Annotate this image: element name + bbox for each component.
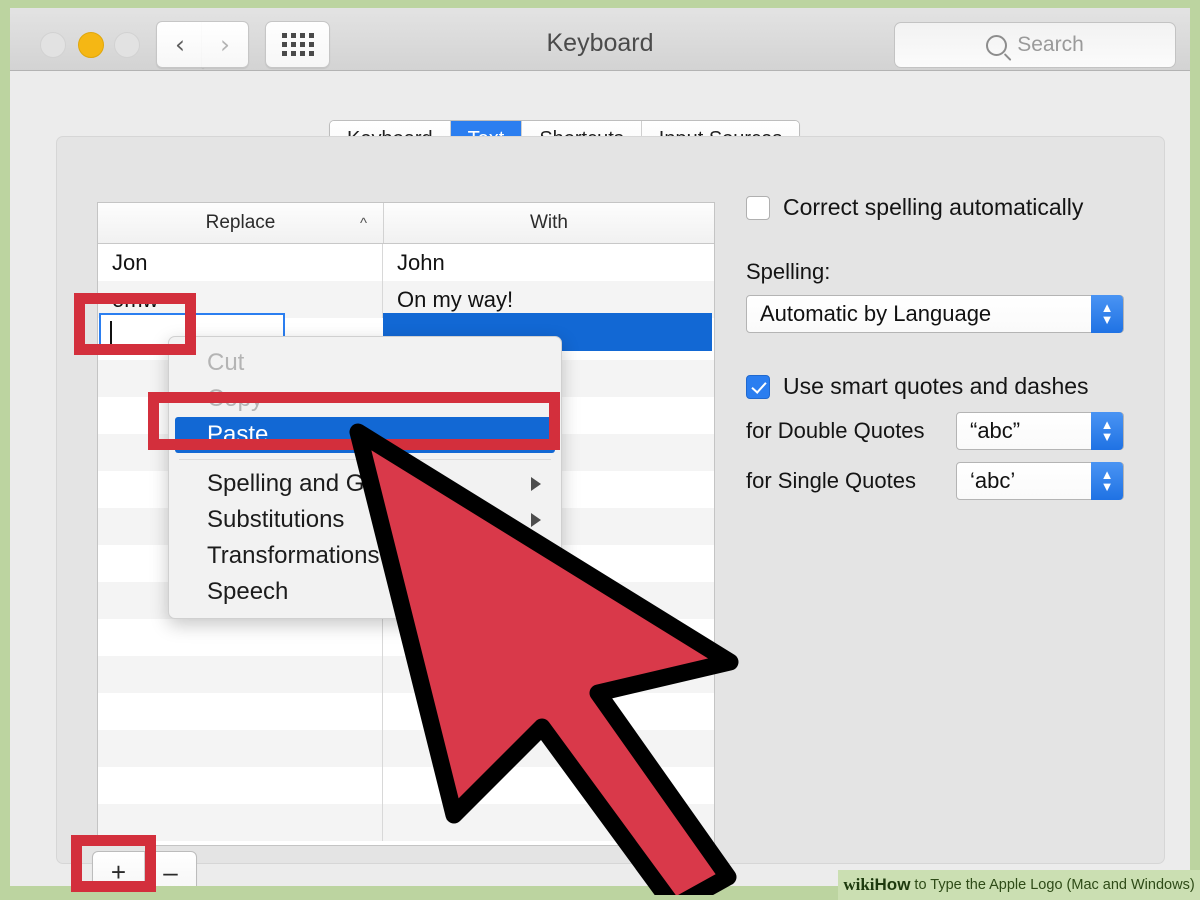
column-header-with-label: With: [530, 212, 568, 233]
double-quotes-popup-button[interactable]: “abc” ▲ ▼: [956, 412, 1124, 450]
highlight-box-add-button: [71, 835, 156, 892]
search-field[interactable]: Search: [894, 22, 1176, 68]
smart-quotes-row[interactable]: Use smart quotes and dashes: [746, 373, 1146, 400]
sort-ascending-icon: ^: [359, 215, 367, 232]
table-row[interactable]: Jon John: [98, 244, 714, 281]
menu-item-substitutions-label: Substitutions: [207, 506, 345, 533]
watermark-rest: to Type the Apple Logo (Mac and Windows): [914, 877, 1195, 893]
column-header-replace[interactable]: Replace ^: [98, 203, 384, 243]
cell-replace: Jon: [98, 244, 383, 281]
wikihow-watermark: wiki How to Type the Apple Logo (Mac and W…: [838, 870, 1200, 900]
single-quotes-popup-button[interactable]: ‘abc’ ▲ ▼: [956, 462, 1124, 500]
chevron-updown-icon[interactable]: ▲ ▼: [1091, 412, 1123, 450]
correct-spelling-row[interactable]: Correct spelling automatically: [746, 194, 1146, 221]
table-header-row: Replace ^ With: [98, 203, 714, 244]
window-titlebar: ‹ › Keyboard Search: [10, 8, 1190, 71]
smart-quotes-label: Use smart quotes and dashes: [783, 373, 1089, 399]
screenshot-root: ‹ › Keyboard Search Keyboard Text: [0, 0, 1200, 900]
search-icon: [986, 34, 1008, 56]
spelling-popup-button[interactable]: Automatic by Language ▲ ▼: [746, 295, 1124, 333]
search-placeholder: Search: [1017, 33, 1084, 56]
smart-quotes-checkbox[interactable]: [746, 374, 770, 399]
watermark-wiki: wiki: [843, 875, 875, 894]
double-quotes-value: “abc”: [970, 418, 1021, 443]
double-quotes-label: for Double Quotes: [746, 418, 925, 443]
spelling-block: Spelling: Automatic by Language ▲ ▼: [746, 259, 1146, 333]
smart-quotes-block: Use smart quotes and dashes for Double Q…: [746, 373, 1146, 500]
column-header-replace-label: Replace: [205, 212, 276, 233]
correct-spelling-checkbox[interactable]: [746, 195, 770, 220]
spelling-popup-value: Automatic by Language: [760, 301, 992, 326]
menu-item-cut[interactable]: Cut: [169, 345, 561, 381]
cell-with: John: [397, 249, 445, 275]
single-quotes-label: for Single Quotes: [746, 468, 916, 493]
single-quotes-row: for Single Quotes ‘abc’ ▲ ▼: [746, 462, 1146, 500]
options-column: Correct spelling automatically Spelling:…: [746, 194, 1146, 500]
chevron-updown-icon[interactable]: ▲ ▼: [1091, 462, 1123, 500]
correct-spelling-label: Correct spelling automatically: [783, 194, 1084, 220]
watermark-how: How: [874, 875, 911, 894]
menu-item-speech-label: Speech: [207, 578, 289, 605]
pointer-cursor-icon: [349, 423, 739, 895]
chevron-updown-icon[interactable]: ▲ ▼: [1091, 295, 1123, 333]
single-quotes-value: ‘abc’: [970, 468, 1016, 493]
spelling-label: Spelling:: [746, 259, 831, 284]
highlight-box-replace-field: [74, 293, 196, 355]
double-quotes-row: for Double Quotes “abc” ▲ ▼: [746, 412, 1146, 450]
column-header-with[interactable]: With: [384, 203, 714, 243]
